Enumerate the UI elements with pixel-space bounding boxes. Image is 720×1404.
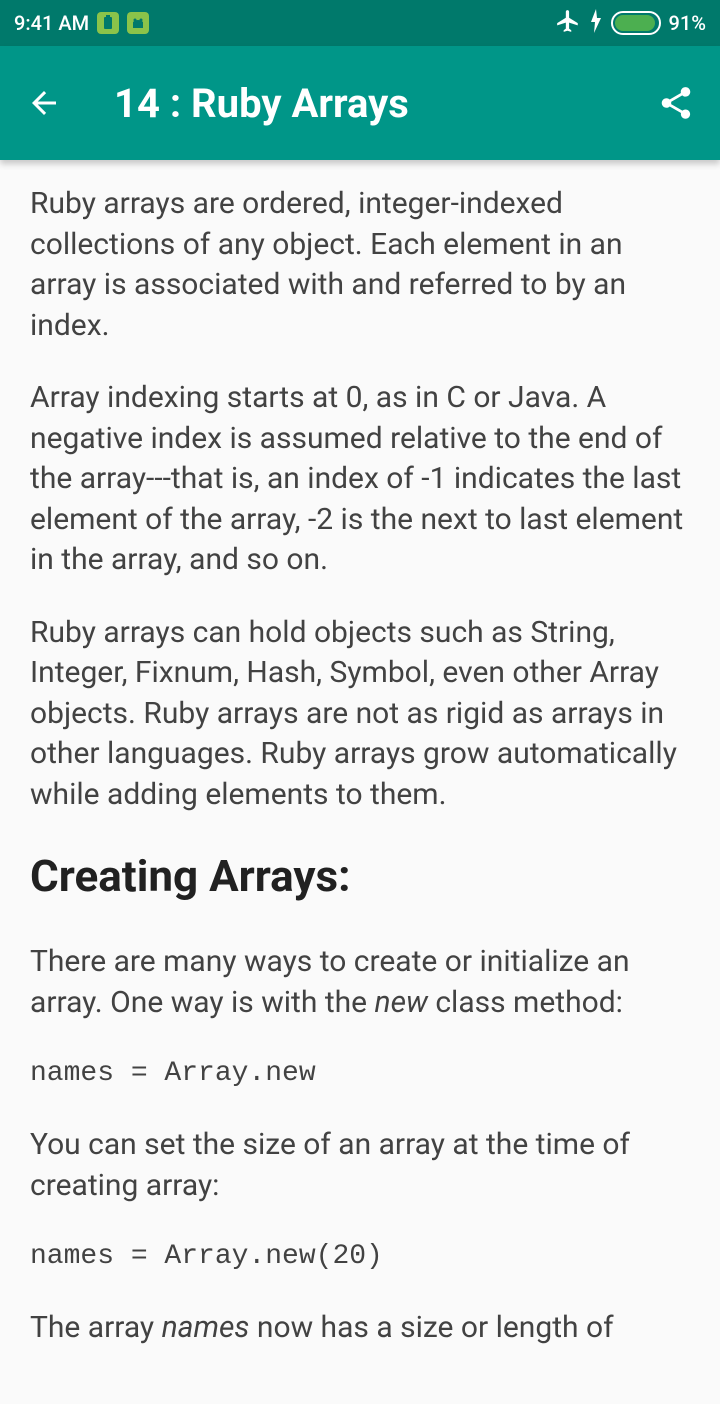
charging-icon [589,9,603,38]
android-icon [127,12,149,34]
airplane-icon [555,8,581,39]
battery-small-icon [97,12,119,34]
paragraph: The array names now has a size or length… [30,1308,690,1349]
battery-percent: 91% [669,11,706,35]
code-block: names = Array.new(20) [30,1238,690,1276]
article-content[interactable]: Ruby arrays are ordered, integer-indexed… [0,160,720,1404]
app-bar: 14 : Ruby Arrays [0,46,720,160]
paragraph: Ruby arrays can hold objects such as Str… [30,613,690,816]
back-button[interactable] [24,83,64,123]
share-button[interactable] [656,83,696,123]
status-bar: 9:41 AM 91% [0,0,720,46]
heading: Creating Arrays: [30,847,690,906]
code-block: names = Array.new [30,1055,690,1093]
paragraph: Array indexing starts at 0, as in C or J… [30,378,690,581]
status-bar-left: 9:41 AM [14,11,149,35]
status-time: 9:41 AM [14,11,89,35]
battery-icon [611,11,661,35]
paragraph: Ruby arrays are ordered, integer-indexed… [30,184,690,346]
paragraph: There are many ways to create or initial… [30,942,690,1023]
page-title: 14 : Ruby Arrays [114,80,656,127]
status-bar-right: 91% [555,8,706,39]
paragraph: You can set the size of an array at the … [30,1125,690,1206]
